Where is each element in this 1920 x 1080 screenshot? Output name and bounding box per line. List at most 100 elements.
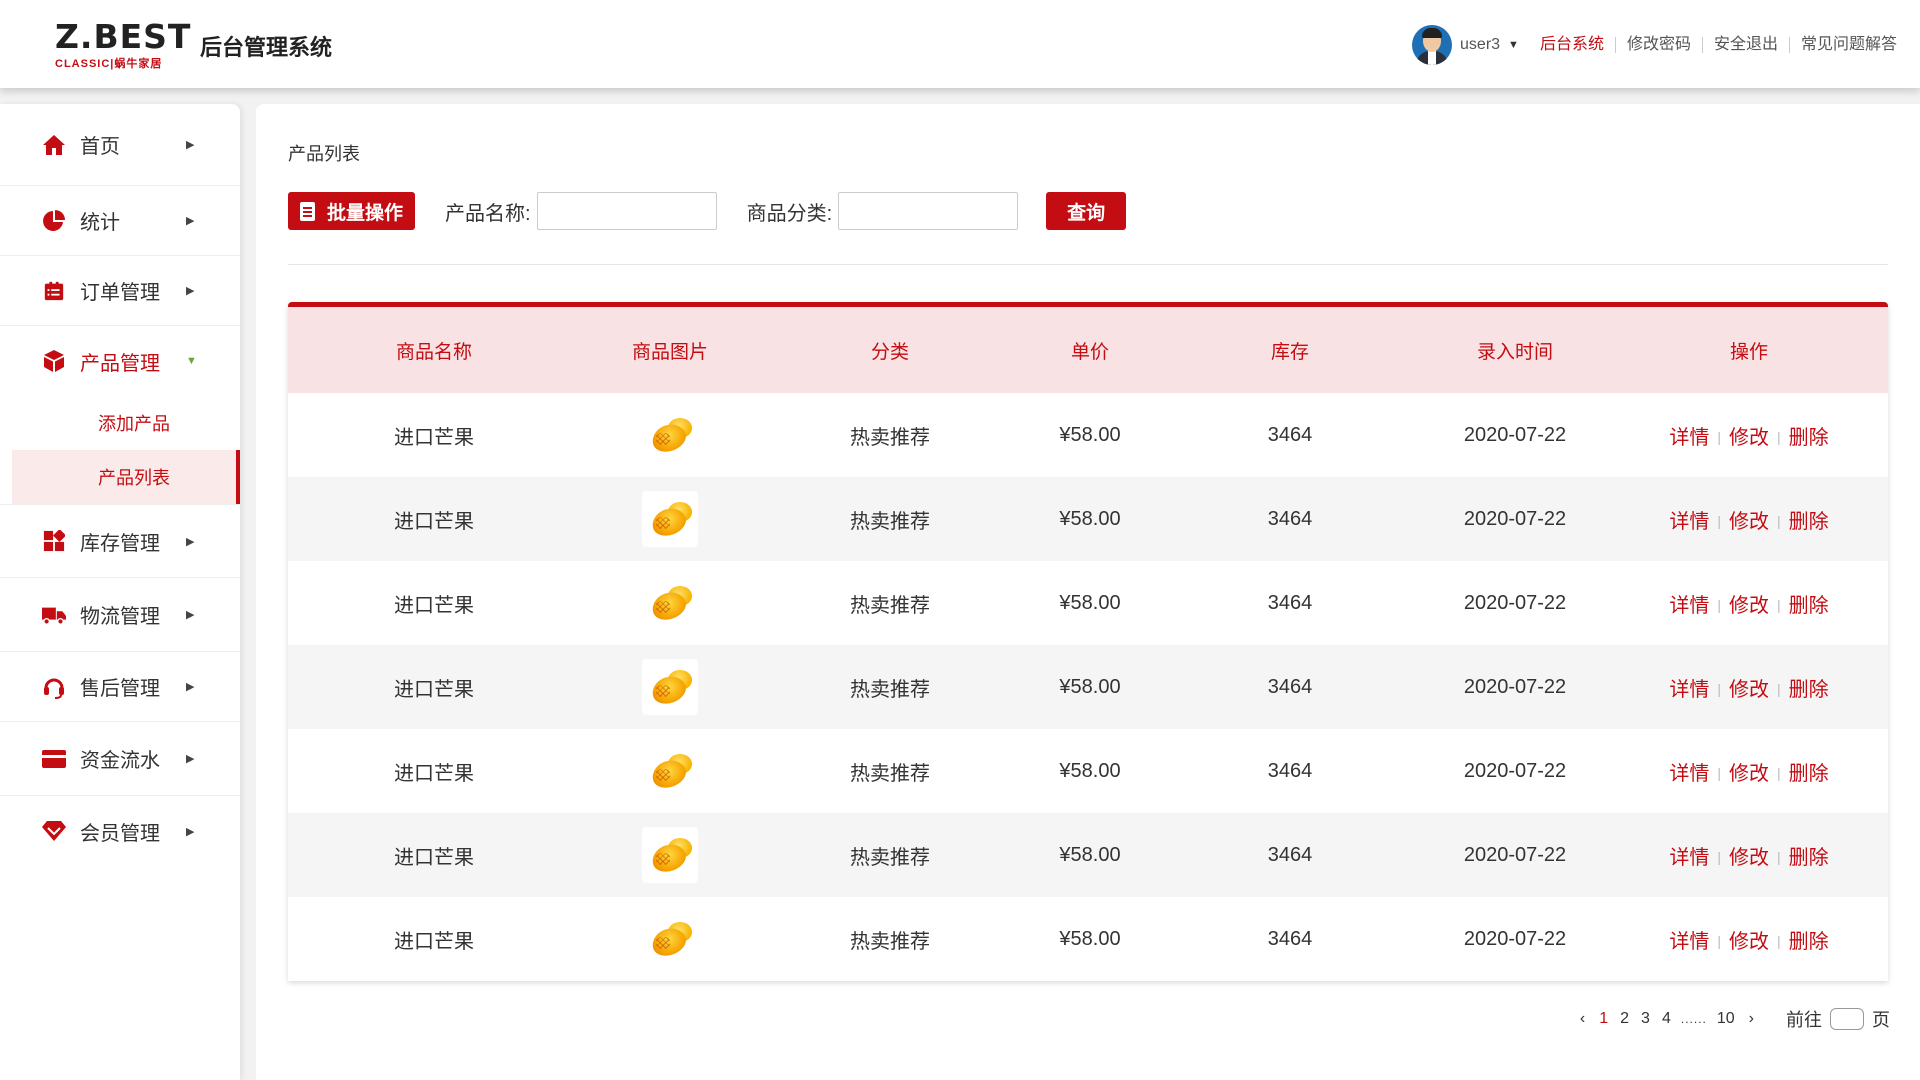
- cell-product-image: [580, 897, 760, 981]
- sidebar-item-orders[interactable]: 订单管理 ▶: [0, 256, 240, 326]
- sidebar-item-label: 统计: [80, 212, 120, 234]
- chevron-right-icon: ▶: [186, 139, 195, 151]
- chevron-down-icon: ▼: [186, 355, 197, 367]
- edit-link[interactable]: 修改: [1729, 931, 1769, 953]
- chevron-right-icon: ▶: [186, 535, 195, 548]
- filter-toolbar: 批量操作 产品名称: 商品分类: 查询: [288, 192, 1888, 230]
- detail-link[interactable]: 详情: [1669, 595, 1709, 617]
- separator: |: [1717, 428, 1721, 445]
- cell-stock: 3464: [1267, 591, 1313, 614]
- page-last[interactable]: 10: [1717, 1010, 1735, 1028]
- page-2[interactable]: 2: [1620, 1010, 1629, 1028]
- sidebar-item-cashflow[interactable]: 资金流水 ▶: [0, 722, 240, 796]
- sidebar-subitem-add-product[interactable]: 添加产品: [12, 396, 240, 450]
- goto-page-input[interactable]: [1830, 1008, 1864, 1030]
- delete-link[interactable]: 删除: [1789, 427, 1829, 449]
- column-header-image: 商品图片: [631, 341, 708, 363]
- cell-price: ¥58.00: [1059, 843, 1121, 866]
- product-table: 商品名称 商品图片 分类 单价 库存 录入时间 操作 进口芒果 热卖推荐 ¥58.0…: [288, 302, 1888, 981]
- sidebar-item-members[interactable]: 会员管理 ▶: [0, 796, 240, 866]
- cell-product-image: [580, 393, 760, 477]
- sidebar-item-home[interactable]: 首页 ▶: [0, 104, 240, 186]
- detail-link[interactable]: 详情: [1669, 847, 1709, 869]
- product-name-label: 产品名称:: [445, 202, 531, 225]
- batch-operation-button[interactable]: 批量操作: [288, 192, 416, 230]
- edit-link[interactable]: 修改: [1729, 679, 1769, 701]
- chevron-right-icon[interactable]: ›: [1749, 1010, 1754, 1028]
- sidebar-item-label: 售后管理: [80, 678, 160, 700]
- cell-product-name: 进口芒果: [394, 846, 474, 869]
- sidebar-subitem-product-list[interactable]: 产品列表: [12, 450, 240, 504]
- chevron-left-icon[interactable]: ‹: [1580, 1010, 1585, 1028]
- delete-link[interactable]: 删除: [1789, 595, 1829, 617]
- sidebar-item-inventory[interactable]: 库存管理 ▶: [0, 504, 240, 578]
- cell-actions: 详情 | 修改 | 删除: [1610, 477, 1888, 561]
- cell-price: ¥58.00: [1059, 423, 1121, 446]
- column-header-category: 分类: [870, 341, 909, 363]
- mango-image[interactable]: [642, 911, 698, 967]
- chevron-right-icon: ▶: [186, 681, 195, 693]
- cell-price: ¥58.00: [1059, 591, 1121, 614]
- mango-image[interactable]: [642, 659, 698, 715]
- separator: |: [1717, 680, 1721, 697]
- link-change-password[interactable]: 修改密码: [1614, 37, 1702, 53]
- edit-link[interactable]: 修改: [1729, 427, 1769, 449]
- separator: |: [1717, 596, 1721, 613]
- edit-link[interactable]: 修改: [1729, 595, 1769, 617]
- link-faq[interactable]: 常见问题解答: [1788, 37, 1908, 53]
- page-3[interactable]: 3: [1641, 1010, 1650, 1028]
- divider: [288, 264, 1888, 265]
- mango-image[interactable]: [642, 827, 698, 883]
- edit-link[interactable]: 修改: [1729, 511, 1769, 533]
- caret-down-icon[interactable]: ▼: [1508, 39, 1519, 51]
- cell-stock: 3464: [1267, 759, 1313, 782]
- detail-link[interactable]: 详情: [1669, 511, 1709, 533]
- product-name-input[interactable]: [536, 192, 717, 230]
- sidebar-item-label: 会员管理: [80, 822, 160, 845]
- mango-image[interactable]: [642, 743, 698, 799]
- cell-date: 2020-07-22: [1463, 591, 1567, 614]
- link-admin-system[interactable]: 后台系统: [1529, 37, 1615, 53]
- delete-link[interactable]: 删除: [1789, 763, 1829, 785]
- column-header-date: 录入时间: [1476, 341, 1553, 363]
- cube-icon: [42, 349, 66, 373]
- detail-link[interactable]: 详情: [1669, 679, 1709, 701]
- column-header-stock: 库存: [1270, 341, 1309, 363]
- detail-link[interactable]: 详情: [1669, 763, 1709, 785]
- sidebar-item-label: 物流管理: [80, 606, 160, 628]
- edit-link[interactable]: 修改: [1729, 763, 1769, 785]
- sidebar-item-aftersales[interactable]: 售后管理 ▶: [0, 652, 240, 722]
- logo[interactable]: Z.BEST CLASSIC|蜗牛家居: [55, 20, 190, 71]
- detail-link[interactable]: 详情: [1669, 931, 1709, 953]
- username[interactable]: user3: [1460, 36, 1500, 54]
- separator: |: [1777, 596, 1781, 613]
- cell-date: 2020-07-22: [1463, 759, 1567, 782]
- link-logout[interactable]: 安全退出: [1701, 37, 1789, 53]
- sidebar-item-stats[interactable]: 统计 ▶: [0, 186, 240, 256]
- grid-icon: [42, 529, 66, 553]
- top-header: Z.BEST CLASSIC|蜗牛家居 后台管理系统 user3 ▼ 后台系统 …: [0, 0, 1920, 88]
- delete-link[interactable]: 删除: [1789, 679, 1829, 701]
- edit-link[interactable]: 修改: [1729, 847, 1769, 869]
- cell-product-image: [580, 729, 760, 813]
- delete-link[interactable]: 删除: [1789, 847, 1829, 869]
- delete-link[interactable]: 删除: [1789, 931, 1829, 953]
- header-user-area: user3 ▼ 后台系统 修改密码 安全退出 常见问题解答: [1412, 22, 1908, 68]
- avatar[interactable]: [1412, 25, 1453, 65]
- page-4[interactable]: 4: [1662, 1010, 1671, 1028]
- separator: |: [1777, 932, 1781, 949]
- delete-link[interactable]: 删除: [1789, 511, 1829, 533]
- category-input[interactable]: [838, 192, 1019, 230]
- sidebar-item-logistics[interactable]: 物流管理 ▶: [0, 578, 240, 652]
- query-button[interactable]: 查询: [1046, 192, 1127, 230]
- detail-link[interactable]: 详情: [1669, 427, 1709, 449]
- mango-image[interactable]: [642, 491, 698, 547]
- column-header-name: 商品名称: [395, 341, 472, 363]
- separator: |: [1777, 680, 1781, 697]
- cell-category: 热卖推荐: [850, 678, 930, 701]
- mango-image[interactable]: [642, 407, 698, 463]
- sidebar-item-products[interactable]: 产品管理 ▼: [0, 326, 240, 396]
- mango-image[interactable]: [642, 575, 698, 631]
- pie-chart-icon: [42, 209, 66, 233]
- page-1[interactable]: 1: [1599, 1010, 1608, 1028]
